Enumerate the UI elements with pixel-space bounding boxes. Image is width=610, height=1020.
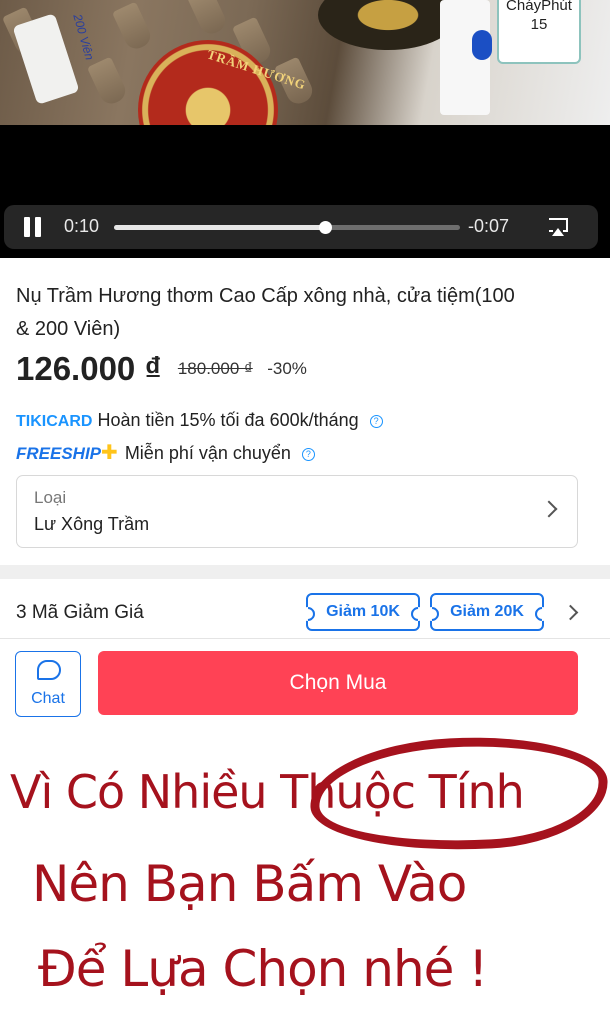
coupon-title: 3 Mã Giảm Giá <box>16 602 144 623</box>
variant-label: Loại <box>34 488 67 507</box>
chevron-right-icon[interactable] <box>562 604 579 621</box>
burn-time-line2: CháyPhút <box>506 0 572 14</box>
video-frame: 200 Viên TRẦM HƯƠNG Cháy CháyPhút 15 <box>0 0 610 125</box>
freeship-promo[interactable]: FREESHIP✚ Miễn phí vận chuyển ? <box>16 440 315 465</box>
freeship-logo: FREESHIP <box>16 444 102 463</box>
buy-button[interactable]: Chọn Mua <box>98 651 578 715</box>
caption-line-3: Để Lựa Chọn nhé ! <box>38 940 488 998</box>
burn-time-badge: Cháy CháyPhút 15 <box>497 0 581 64</box>
chat-label: Chat <box>31 690 65 707</box>
chat-bubble-icon <box>37 660 61 680</box>
scrubber-handle[interactable] <box>319 221 333 234</box>
incense-tin <box>318 0 458 50</box>
caption-line-1: Vì Có Nhiều Thuộc Tính <box>10 765 525 819</box>
variant-selector[interactable]: Loại Lư Xông Trầm <box>16 475 578 548</box>
video-controls: 0:10 -0:07 <box>4 205 598 249</box>
product-video[interactable]: 200 Viên TRẦM HƯƠNG Cháy CháyPhút 15 0:1… <box>0 0 610 258</box>
product-box <box>440 0 492 115</box>
current-price: 126.000 ₫ <box>16 350 162 387</box>
info-icon[interactable]: ? <box>369 415 383 428</box>
airplay-icon[interactable] <box>547 217 569 237</box>
original-price: 180.000 ₫ <box>177 359 253 378</box>
caption-line-2: Nên Bạn Bấm Vào <box>32 855 467 913</box>
burn-time-value: 15 <box>530 16 548 33</box>
incense-cone <box>111 1 155 53</box>
tikicard-logo: TIKICARD <box>16 413 93 430</box>
bottom-action-bar: Chat Chọn Mua <box>0 638 610 728</box>
pause-icon[interactable] <box>24 217 42 237</box>
coupon-10k[interactable]: Giảm 10K <box>306 593 420 631</box>
incense-cone <box>186 0 230 38</box>
product-title: Nụ Trầm Hương thơm Cao Cấp xông nhà, cửa… <box>16 285 515 340</box>
remaining-time: -0:07 <box>468 216 510 236</box>
tikicard-text: Hoàn tiền 15% tối đa 600k/tháng <box>97 410 359 430</box>
progress-scrubber[interactable] <box>114 221 460 234</box>
freeship-text: Miễn phí vận chuyển <box>124 443 291 463</box>
progress-fill <box>114 225 326 230</box>
discount-badge: -30% <box>267 359 307 378</box>
current-time: 0:10 <box>64 216 100 236</box>
coupon-20k[interactable]: Giảm 20K <box>430 593 544 631</box>
label-tag <box>12 13 80 105</box>
chat-button[interactable]: Chat <box>15 651 81 717</box>
section-divider <box>0 565 610 579</box>
price-row: 126.000 ₫ 180.000 ₫ -30% <box>16 350 307 394</box>
coupon-row[interactable]: 3 Mã Giảm Giá Giảm 10K Giảm 20K <box>0 590 610 638</box>
plus-icon: ✚ <box>101 442 118 464</box>
tikicard-promo[interactable]: TIKICARD Hoàn tiền 15% tối đa 600k/tháng… <box>16 410 383 431</box>
chevron-right-icon <box>540 500 558 518</box>
incense-cone <box>86 56 130 108</box>
label-tag-text: 200 Viên <box>70 12 97 62</box>
info-icon[interactable]: ? <box>301 448 315 461</box>
variant-value: Lư Xông Trầm <box>34 514 150 534</box>
